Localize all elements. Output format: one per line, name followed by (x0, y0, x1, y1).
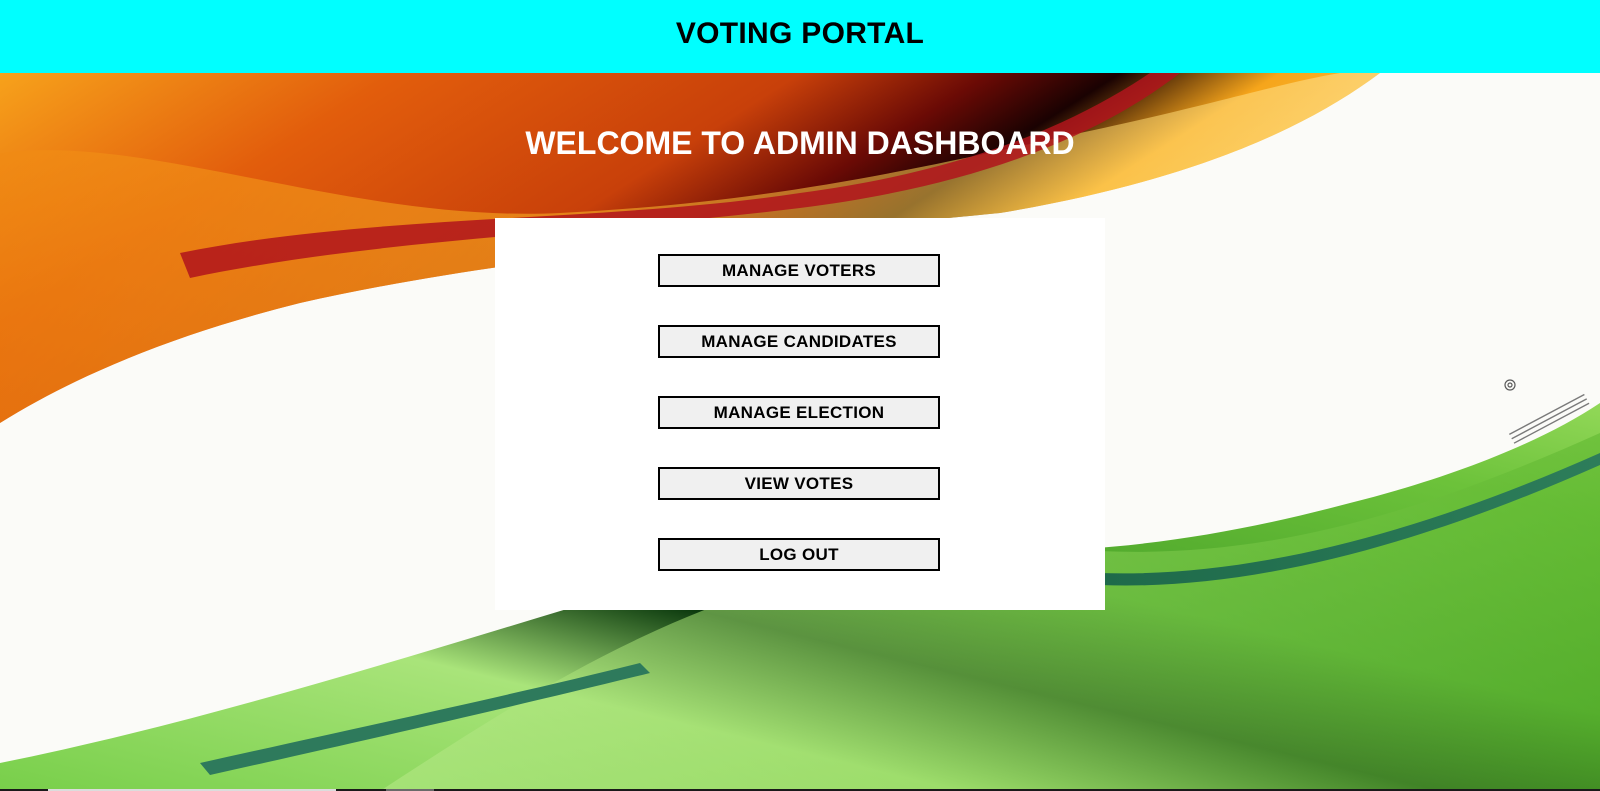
welcome-heading-text: WELCOME TO ADMIN DASHBOARD (525, 125, 1075, 161)
admin-dashboard-page: VOTING PORTAL WELCOME TO ADMIN DASHBOARD… (0, 0, 1600, 791)
view-votes-button[interactable]: VIEW VOTES (658, 467, 940, 500)
artist-watermark-logo (1504, 379, 1590, 444)
welcome-heading: WELCOME TO ADMIN DASHBOARD (0, 125, 1600, 162)
manage-election-button[interactable]: MANAGE ELECTION (658, 396, 940, 429)
log-out-button[interactable]: LOG OUT (658, 538, 940, 571)
portal-title: VOTING PORTAL (675, 17, 925, 50)
manage-voters-button[interactable]: MANAGE VOTERS (658, 254, 940, 287)
admin-menu-panel: MANAGE VOTERS MANAGE CANDIDATES MANAGE E… (495, 218, 1105, 610)
manage-candidates-button[interactable]: MANAGE CANDIDATES (658, 325, 940, 358)
top-header-bar: VOTING PORTAL (0, 0, 1600, 73)
